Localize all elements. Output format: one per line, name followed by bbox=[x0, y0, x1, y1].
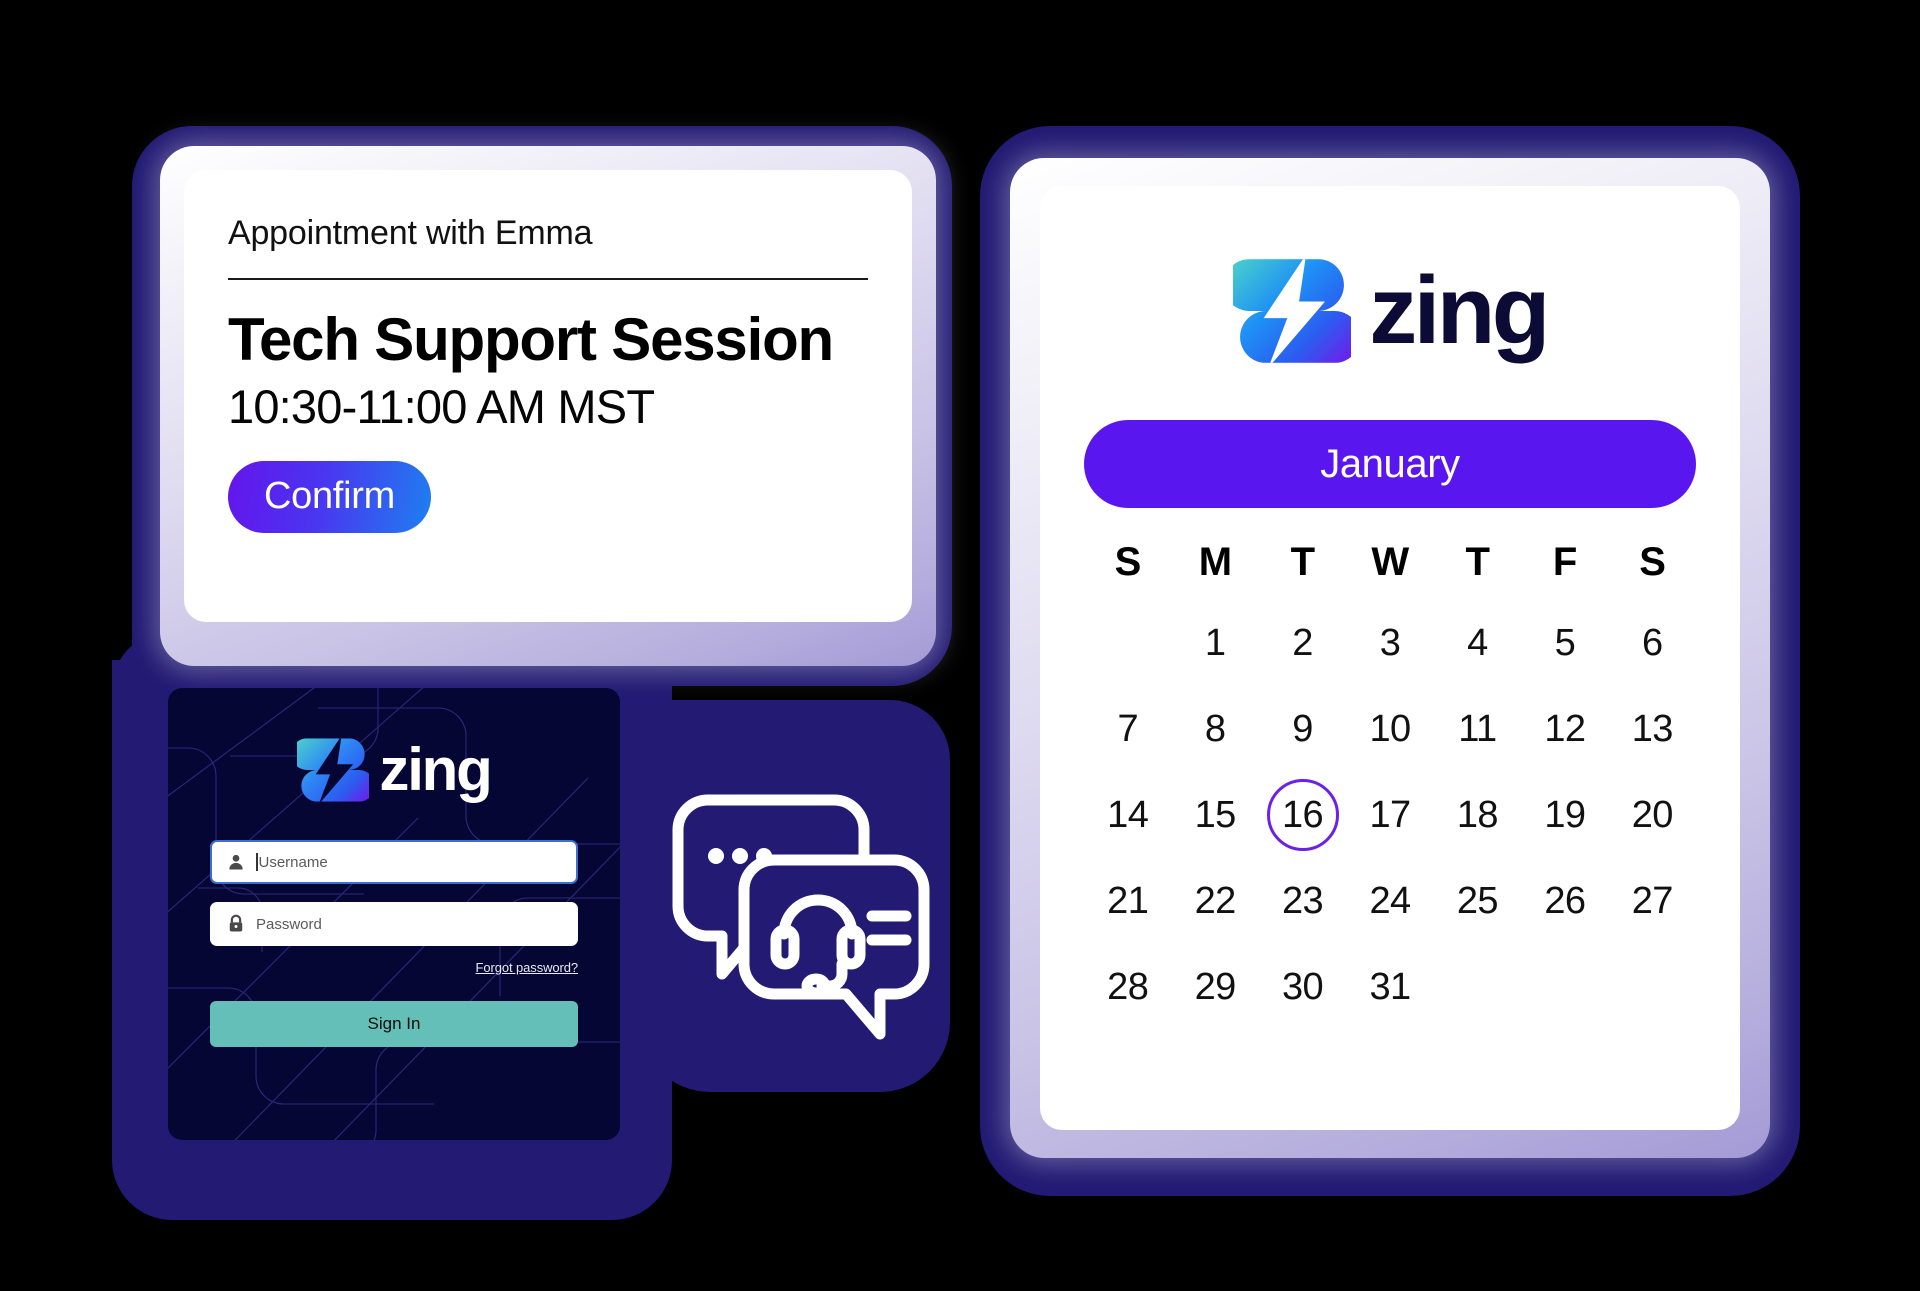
calendar-day[interactable]: 3 bbox=[1346, 607, 1433, 679]
calendar-day-grid: 1 2 3 4 5 6 7 8 9 10 11 12 13 14 15 16 17 18 19 20 21 22 23 24 2… bbox=[1084, 607, 1696, 1023]
calendar-day[interactable]: 28 bbox=[1084, 951, 1171, 1023]
calendar-day[interactable]: 1 bbox=[1171, 607, 1258, 679]
composition-stage: Appointment with Emma Tech Support Sessi… bbox=[0, 0, 1920, 1291]
appointment-title: Tech Support Session bbox=[228, 306, 834, 373]
calendar-day[interactable]: 25 bbox=[1434, 865, 1521, 937]
calendar-weekday: T bbox=[1465, 540, 1490, 584]
appointment-card: Appointment with Emma Tech Support Sessi… bbox=[184, 170, 912, 622]
login-brand: zing bbox=[210, 734, 578, 806]
calendar-day[interactable]: 12 bbox=[1521, 693, 1608, 765]
calendar-day[interactable]: 24 bbox=[1346, 865, 1433, 937]
calendar-day[interactable]: 29 bbox=[1171, 951, 1258, 1023]
calendar-day[interactable]: 26 bbox=[1521, 865, 1608, 937]
calendar-day[interactable]: 22 bbox=[1171, 865, 1258, 937]
login-wordmark: zing bbox=[379, 736, 492, 803]
calendar-day[interactable]: 23 bbox=[1259, 865, 1346, 937]
calendar-day[interactable]: 7 bbox=[1084, 693, 1171, 765]
lock-icon bbox=[229, 914, 243, 932]
calendar-day[interactable]: 20 bbox=[1609, 779, 1696, 851]
login-card: zing Username Password Forgot password? bbox=[168, 688, 620, 1140]
calendar-day[interactable]: 5 bbox=[1521, 607, 1608, 679]
calendar-card: zing January SMTWTFS 1 2 3 4 5 6 7 8 9 10 11 12 13 14… bbox=[1040, 186, 1740, 1130]
calendar-weekday: M bbox=[1198, 540, 1232, 584]
calendar-day[interactable]: 18 bbox=[1434, 779, 1521, 851]
calendar-day[interactable]: 4 bbox=[1434, 607, 1521, 679]
calendar-day[interactable]: 10 bbox=[1346, 693, 1433, 765]
calendar-day[interactable]: 21 bbox=[1084, 865, 1171, 937]
calendar-day[interactable]: 15 bbox=[1171, 779, 1258, 851]
password-input[interactable]: Password bbox=[210, 902, 578, 946]
username-placeholder: Username bbox=[258, 853, 328, 871]
text-cursor bbox=[256, 853, 258, 871]
calendar-day[interactable]: 17 bbox=[1346, 779, 1433, 851]
calendar-wordmark: zing bbox=[1369, 257, 1550, 364]
calendar-day[interactable]: 30 bbox=[1259, 951, 1346, 1023]
forgot-password-link[interactable]: Forgot password? bbox=[210, 960, 579, 975]
calendar-day[interactable]: 13 bbox=[1609, 693, 1696, 765]
calendar-day[interactable]: 19 bbox=[1521, 779, 1608, 851]
calendar-day-selected[interactable]: 16 bbox=[1259, 779, 1346, 851]
password-placeholder: Password bbox=[256, 915, 322, 933]
person-icon bbox=[229, 854, 243, 870]
calendar-weekday: T bbox=[1290, 540, 1315, 584]
calendar-day[interactable]: 9 bbox=[1259, 693, 1346, 765]
calendar-day[interactable]: 2 bbox=[1259, 607, 1346, 679]
signin-button[interactable]: Sign In bbox=[210, 1001, 578, 1047]
zing-bolt-logo-icon bbox=[1233, 259, 1352, 363]
calendar-day[interactable]: 6 bbox=[1609, 607, 1696, 679]
calendar-weekday-header: SMTWTFS bbox=[1084, 540, 1696, 585]
calendar-brand: zing bbox=[1084, 252, 1696, 370]
calendar-day[interactable]: 11 bbox=[1434, 693, 1521, 765]
calendar-weekday: W bbox=[1371, 540, 1409, 584]
zing-bolt-logo-icon bbox=[297, 738, 370, 802]
confirm-button[interactable]: Confirm bbox=[228, 460, 431, 533]
calendar-day-empty bbox=[1084, 607, 1171, 679]
calendar-weekday: S bbox=[1114, 540, 1142, 584]
calendar-day[interactable]: 31 bbox=[1346, 951, 1433, 1023]
calendar-weekday: S bbox=[1639, 540, 1666, 584]
month-selector-button[interactable]: January bbox=[1084, 420, 1696, 508]
appointment-time: 10:30-11:00 AM MST bbox=[228, 380, 655, 433]
appointment-subtitle: Appointment with Emma bbox=[228, 214, 593, 252]
calendar-day[interactable]: 14 bbox=[1084, 779, 1171, 851]
calendar-day[interactable]: 27 bbox=[1609, 865, 1696, 937]
calendar-day[interactable]: 8 bbox=[1171, 693, 1258, 765]
username-input[interactable]: Username bbox=[210, 840, 578, 884]
login-card-content: zing Username Password Forgot password? bbox=[168, 688, 620, 1140]
calendar-weekday: F bbox=[1552, 540, 1577, 584]
appointment-divider bbox=[228, 278, 868, 280]
support-chat-bubbles-icon bbox=[672, 794, 930, 1040]
